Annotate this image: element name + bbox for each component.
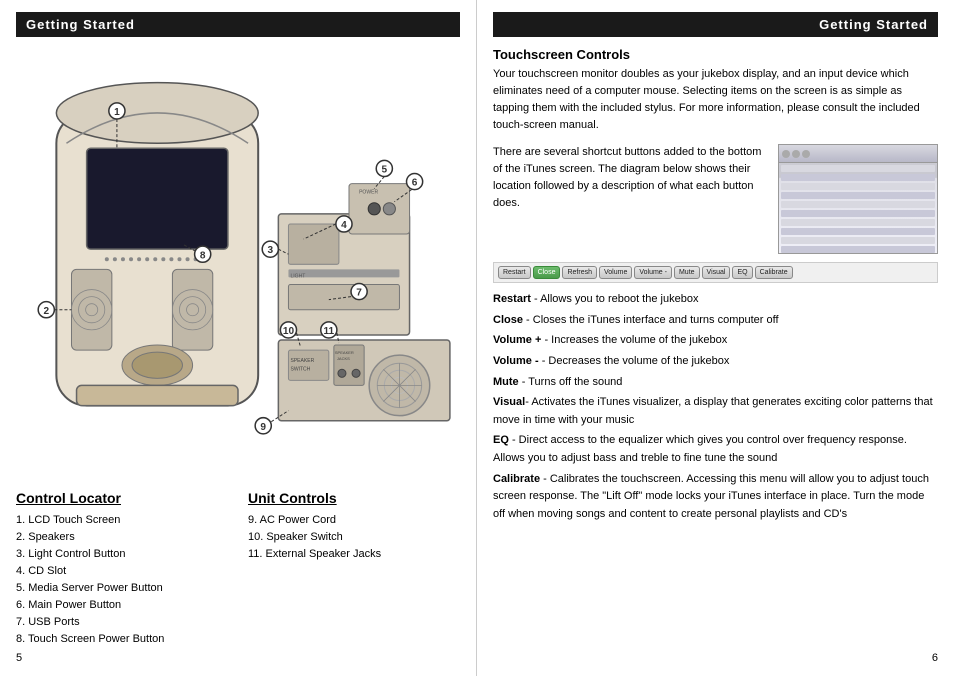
unit-controls-section: Unit Controls 9. AC Power Cord 10. Speak… [248,490,460,648]
list-item: 3. Light Control Button [16,546,228,563]
calibrate-label: Calibrate [493,473,540,485]
button-descriptions: Restart - Allows you to reboot the jukeb… [493,291,938,526]
right-header: Getting Started [493,12,938,37]
mute-button[interactable]: Mute [674,266,700,279]
volume-plus-label: Volume + [493,334,541,346]
svg-text:JACKS: JACKS [337,356,350,361]
mute-desc: Mute - Turns off the sound [493,374,938,392]
control-locator-section: Control Locator 1. LCD Touch Screen 2. S… [16,490,228,648]
right-page-number: 6 [493,648,938,664]
unit-controls-title: Unit Controls [248,490,460,506]
svg-text:5: 5 [382,164,388,175]
close-label: Close [493,314,523,326]
eq-desc: EQ - Direct access to the equalizer whic… [493,432,938,467]
mute-label: Mute [493,376,519,388]
svg-text:10: 10 [283,326,295,337]
itunes-section: There are several shortcut buttons added… [493,144,938,254]
list-item: 1. LCD Touch Screen [16,512,228,529]
restart-label: Restart [493,293,531,305]
close-button[interactable]: Close [533,266,561,279]
volume-minus-desc: Volume - - Decreases the volume of the j… [493,353,938,371]
itunes-row [781,228,935,235]
svg-text:4: 4 [341,220,347,231]
list-item: 11. External Speaker Jacks [248,546,460,563]
list-item: 2. Speakers [16,529,228,546]
itunes-row [781,165,935,172]
list-item: 6. Main Power Button [16,597,228,614]
svg-text:1: 1 [114,107,120,118]
itunes-close-btn [782,150,790,158]
restart-button[interactable]: Restart [498,266,531,279]
calibrate-button[interactable]: Calibrate [755,266,793,279]
list-item: 4. CD Slot [16,563,228,580]
itunes-max-btn [802,150,810,158]
itunes-content [779,163,937,254]
itunes-row [781,246,935,253]
list-item: 10. Speaker Switch [248,529,460,546]
eq-button[interactable]: EQ [732,266,752,279]
svg-text:POWER: POWER [359,190,378,196]
restart-desc: Restart - Allows you to reboot the jukeb… [493,291,938,309]
volume-plus-desc: Volume + - Increases the volume of the j… [493,332,938,350]
right-header-text: Getting Started [819,17,928,32]
touchscreen-body-text: Your touchscreen monitor doubles as your… [493,66,938,134]
itunes-min-btn [792,150,800,158]
itunes-description-text: There are several shortcut buttons added… [493,144,768,254]
svg-text:7: 7 [356,288,362,299]
itunes-row [781,192,935,199]
list-item: 9. AC Power Cord [248,512,460,529]
calibrate-desc: Calibrate - Calibrates the touchscreen. … [493,471,938,524]
itunes-screenshot [778,144,938,254]
itunes-row [781,183,935,190]
control-locator-list: 1. LCD Touch Screen 2. Speakers 3. Light… [16,512,228,648]
itunes-row [781,201,935,208]
volume-plus-button[interactable]: Volume [599,266,632,279]
right-page: Getting Started Touchscreen Controls You… [477,0,954,676]
svg-text:LIGHT: LIGHT [290,273,305,279]
svg-text:3: 3 [267,245,273,256]
itunes-toolbar [779,145,937,163]
list-item: 7. USB Ports [16,614,228,631]
volume-minus-label: Volume - [493,355,539,367]
volume-minus-button[interactable]: Volume - [634,266,672,279]
svg-text:8: 8 [200,250,206,261]
page-container: Getting Started [0,0,954,676]
list-item: 8. Touch Screen Power Button [16,631,228,648]
touchscreen-controls-title: Touchscreen Controls [493,47,938,62]
itunes-row [781,219,935,226]
svg-text:6: 6 [412,178,418,189]
shortcut-buttons-bar: Restart Close Refresh Volume Volume - Mu… [493,262,938,283]
unit-controls-list: 9. AC Power Cord 10. Speaker Switch 11. … [248,512,460,563]
svg-text:9: 9 [260,422,266,433]
left-page-number: 5 [16,648,460,664]
jukebox-svg: LIGHT POWER SPEAKER SWITCH [16,47,460,482]
itunes-row [781,210,935,217]
visual-label: Visual [493,396,525,408]
svg-text:2: 2 [43,306,49,317]
eq-label: EQ [493,434,509,446]
svg-text:SPEAKER: SPEAKER [335,350,354,355]
visual-desc: Visual- Activates the iTunes visualizer,… [493,394,938,429]
list-item: 5. Media Server Power Button [16,580,228,597]
left-page: Getting Started [0,0,477,676]
control-locator-title: Control Locator [16,490,228,506]
jukebox-diagram-area: LIGHT POWER SPEAKER SWITCH [16,47,460,482]
bottom-section: Control Locator 1. LCD Touch Screen 2. S… [16,490,460,648]
svg-text:SPEAKER: SPEAKER [290,358,314,364]
svg-text:11: 11 [323,326,334,337]
left-header-text: Getting Started [26,17,135,32]
itunes-row [781,174,935,181]
visual-button[interactable]: Visual [702,266,731,279]
itunes-screenshot-inner [779,145,937,253]
left-header: Getting Started [16,12,460,37]
refresh-button[interactable]: Refresh [562,266,597,279]
itunes-row [781,237,935,244]
svg-text:SWITCH: SWITCH [290,366,310,372]
close-desc: Close - Closes the iTunes interface and … [493,312,938,330]
